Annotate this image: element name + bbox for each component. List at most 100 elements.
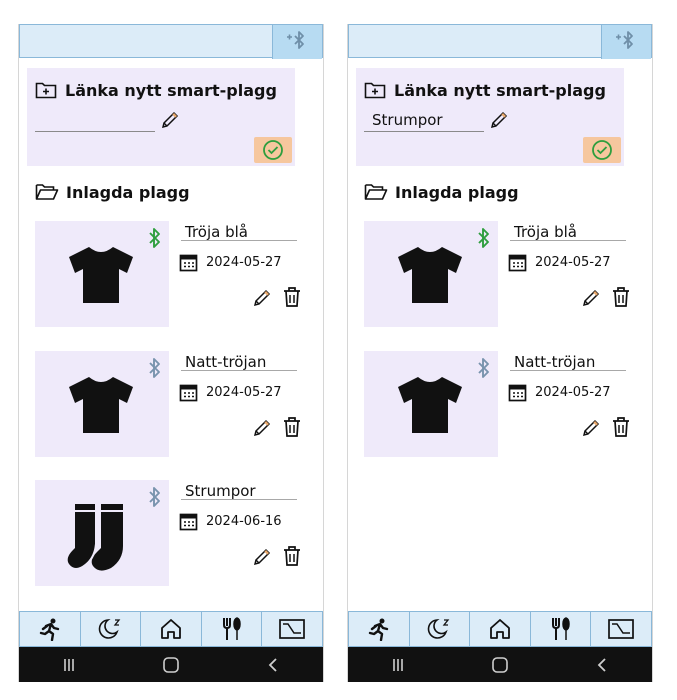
garment-name[interactable]: Natt-tröjan bbox=[181, 353, 297, 371]
top-bar bbox=[19, 24, 323, 59]
nav-activity[interactable] bbox=[19, 611, 81, 647]
confirm-button[interactable] bbox=[254, 137, 292, 163]
link-title: Länka nytt smart-plagg bbox=[65, 80, 277, 100]
bluetooth-connected-icon bbox=[478, 228, 489, 248]
tshirt-icon bbox=[398, 377, 462, 433]
nav-sleep[interactable] bbox=[409, 611, 471, 647]
phone-screen-1: Länka nytt smart-plagg Inlagda plagg Trö… bbox=[18, 24, 324, 682]
folder-open-icon bbox=[364, 184, 388, 200]
list-item: Strumpor 2024-06-16 bbox=[35, 480, 307, 590]
trash-icon[interactable] bbox=[281, 415, 303, 439]
chart-icon bbox=[279, 619, 306, 639]
garment-thumbnail bbox=[35, 221, 169, 327]
back-icon[interactable] bbox=[594, 657, 610, 673]
bluetooth-icon bbox=[149, 358, 160, 378]
nav-activity[interactable] bbox=[348, 611, 410, 647]
folder-open-icon bbox=[35, 184, 59, 200]
edit-icon[interactable] bbox=[488, 109, 510, 131]
activity-icon bbox=[39, 618, 59, 641]
bluetooth-add-icon bbox=[286, 31, 304, 49]
check-circle-icon bbox=[263, 140, 283, 160]
home-button-icon[interactable] bbox=[491, 656, 509, 674]
garment-date: 2024-05-27 bbox=[535, 255, 611, 270]
garment-name[interactable]: Natt-tröjan bbox=[510, 353, 626, 371]
sleep-icon bbox=[428, 619, 450, 639]
garment-name-input[interactable] bbox=[364, 108, 484, 132]
food-icon bbox=[551, 617, 570, 640]
link-new-garment-card: Länka nytt smart-plagg bbox=[27, 68, 295, 166]
trash-icon[interactable] bbox=[610, 285, 632, 309]
back-icon[interactable] bbox=[265, 657, 281, 673]
list-item: Natt-tröjan 2024-05-27 bbox=[364, 351, 636, 461]
bluetooth-add-icon bbox=[615, 31, 633, 49]
confirm-button[interactable] bbox=[583, 137, 621, 163]
edit-icon[interactable] bbox=[251, 417, 273, 439]
system-nav-bar bbox=[348, 647, 652, 682]
bluetooth-pair-button[interactable] bbox=[601, 25, 651, 59]
recent-apps-icon[interactable] bbox=[61, 657, 77, 673]
calendar-icon bbox=[508, 384, 527, 402]
bluetooth-pair-button[interactable] bbox=[272, 25, 322, 59]
garment-name-input[interactable] bbox=[35, 108, 155, 132]
top-bar bbox=[348, 24, 652, 59]
nav-chart[interactable] bbox=[591, 611, 652, 647]
bottom-nav bbox=[19, 611, 323, 647]
home-icon bbox=[490, 619, 510, 639]
list-item: Tröja blå 2024-05-27 bbox=[35, 221, 307, 331]
check-circle-icon bbox=[592, 140, 612, 160]
nav-sleep[interactable] bbox=[80, 611, 142, 647]
garment-name[interactable]: Tröja blå bbox=[181, 223, 297, 241]
garment-date: 2024-05-27 bbox=[206, 255, 282, 270]
nav-home[interactable] bbox=[470, 611, 531, 647]
garment-thumbnail bbox=[364, 351, 498, 457]
folder-add-icon bbox=[35, 82, 57, 99]
tshirt-icon bbox=[69, 377, 133, 433]
garment-thumbnail bbox=[364, 221, 498, 327]
garment-name[interactable]: Strumpor bbox=[181, 482, 297, 500]
folder-add-icon bbox=[364, 82, 386, 99]
bluetooth-icon bbox=[149, 487, 160, 507]
garment-date: 2024-06-16 bbox=[206, 514, 282, 529]
nav-food[interactable] bbox=[201, 611, 263, 647]
bluetooth-icon bbox=[478, 358, 489, 378]
recent-apps-icon[interactable] bbox=[390, 657, 406, 673]
nav-home[interactable] bbox=[141, 611, 202, 647]
garment-name[interactable]: Tröja blå bbox=[510, 223, 626, 241]
garment-date: 2024-05-27 bbox=[535, 385, 611, 400]
calendar-icon bbox=[508, 254, 527, 272]
nav-chart[interactable] bbox=[262, 611, 323, 647]
link-title: Länka nytt smart-plagg bbox=[394, 80, 606, 100]
calendar-icon bbox=[179, 384, 198, 402]
sleep-icon bbox=[99, 619, 121, 639]
list-item: Tröja blå 2024-05-27 bbox=[364, 221, 636, 331]
calendar-icon bbox=[179, 513, 198, 531]
section-title: Inlagda plagg bbox=[66, 182, 190, 202]
edit-icon[interactable] bbox=[159, 109, 181, 131]
home-icon bbox=[161, 619, 181, 639]
nav-food[interactable] bbox=[530, 611, 592, 647]
tshirt-icon bbox=[398, 247, 462, 303]
list-item: Natt-tröjan 2024-05-27 bbox=[35, 351, 307, 461]
tshirt-icon bbox=[69, 247, 133, 303]
system-nav-bar bbox=[19, 647, 323, 682]
trash-icon[interactable] bbox=[281, 285, 303, 309]
garment-thumbnail bbox=[35, 480, 169, 586]
home-button-icon[interactable] bbox=[162, 656, 180, 674]
link-new-garment-card: Länka nytt smart-plagg bbox=[356, 68, 624, 166]
food-icon bbox=[222, 617, 241, 640]
edit-icon[interactable] bbox=[251, 287, 273, 309]
trash-icon[interactable] bbox=[281, 544, 303, 568]
calendar-icon bbox=[179, 254, 198, 272]
edit-icon[interactable] bbox=[251, 546, 273, 568]
socks-icon bbox=[67, 504, 123, 571]
edit-icon[interactable] bbox=[580, 287, 602, 309]
garment-date: 2024-05-27 bbox=[206, 385, 282, 400]
activity-icon bbox=[368, 618, 388, 641]
phone-screen-2: Länka nytt smart-plagg Inlagda plagg bbox=[347, 24, 653, 682]
garment-thumbnail bbox=[35, 351, 169, 457]
bottom-nav bbox=[348, 611, 652, 647]
trash-icon[interactable] bbox=[610, 415, 632, 439]
section-title: Inlagda plagg bbox=[395, 182, 519, 202]
bluetooth-connected-icon bbox=[149, 228, 160, 248]
edit-icon[interactable] bbox=[580, 417, 602, 439]
